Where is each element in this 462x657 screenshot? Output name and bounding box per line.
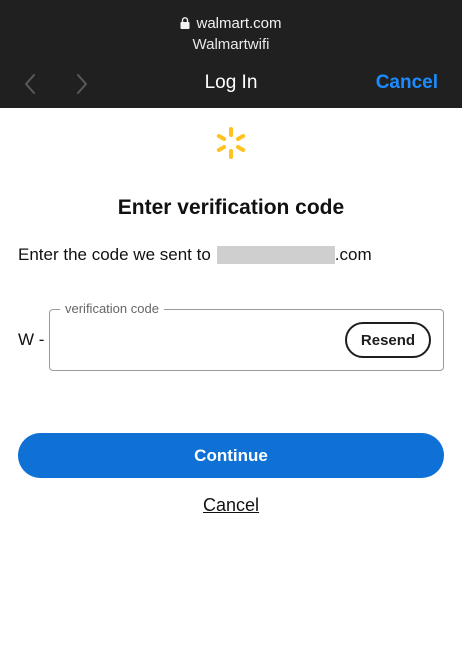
resend-button[interactable]: Resend [345,322,431,358]
browser-top-bar: walmart.com Walmartwifi Log In Cancel [0,0,462,108]
top-cancel-button[interactable]: Cancel [376,72,438,94]
verification-code-label: verification code [60,301,164,316]
continue-button[interactable]: Continue [18,433,444,478]
sent-message: Enter the code we sent to .com [18,245,372,265]
url-text: walmart.com [196,15,282,32]
url-row[interactable]: walmart.com [0,15,462,32]
cancel-link[interactable]: Cancel [0,495,462,516]
verification-code-input[interactable] [60,324,340,356]
lock-icon [180,16,190,29]
redacted-email [216,246,335,264]
code-prefix: W - [18,330,45,349]
walmart-spark-icon [216,127,246,159]
sent-message-text: Enter the code we sent to [18,245,211,264]
verification-code-field[interactable]: verification code Resend [49,301,444,371]
verification-heading: Enter verification code [117,196,345,219]
site-name: Walmartwifi [192,36,270,53]
email-suffix: .com [334,245,372,264]
